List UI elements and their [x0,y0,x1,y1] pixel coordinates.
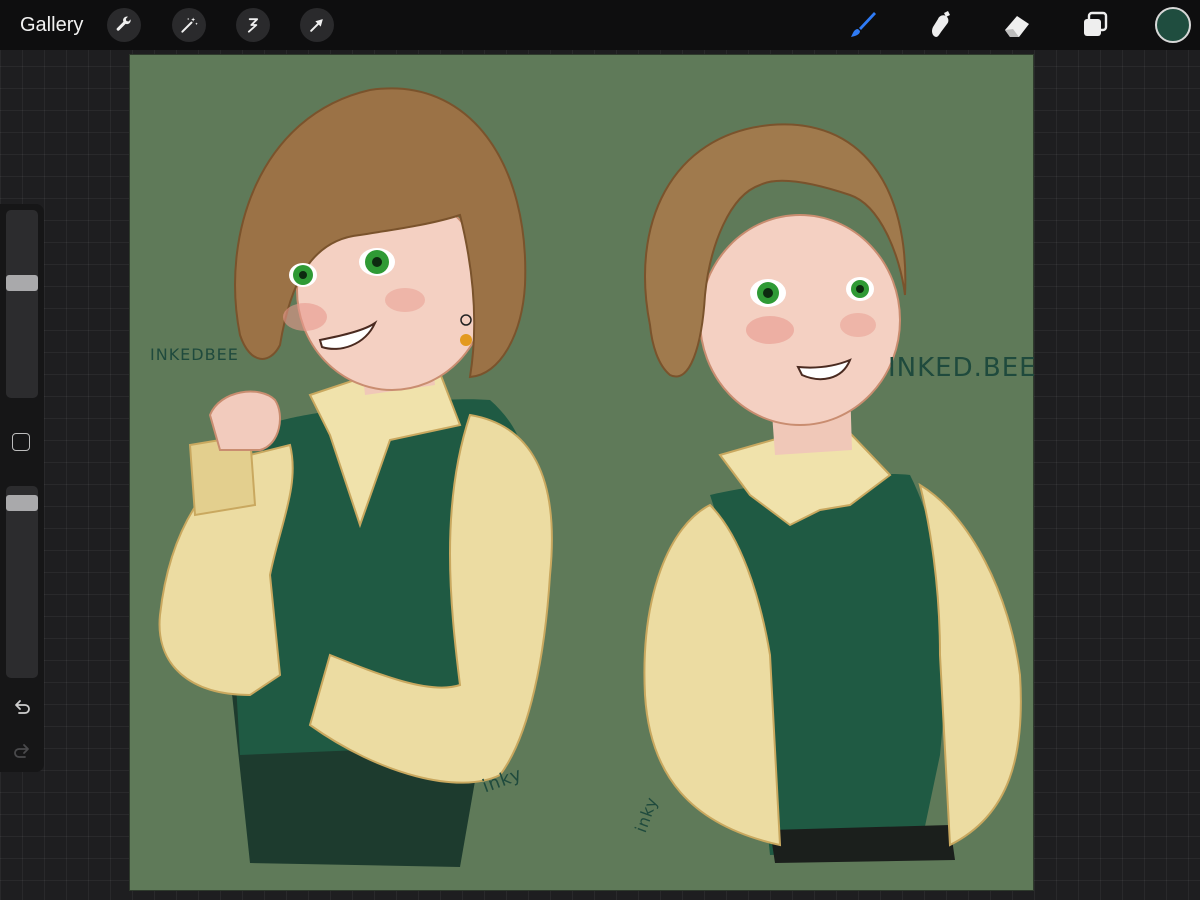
gallery-button[interactable]: Gallery [20,12,83,38]
brush-icon [851,12,876,37]
undo-button[interactable] [11,696,33,718]
left-sidebar [0,204,44,772]
wrench-icon [116,16,131,31]
eraser-button[interactable] [999,7,1035,43]
selection-button[interactable] [236,8,270,42]
signature-text: INKEDBEE [150,345,239,364]
modify-button[interactable] [12,433,30,451]
selection-icon [247,18,259,33]
opacity-slider[interactable] [6,486,38,678]
brush-button[interactable] [845,7,881,43]
color-picker-button[interactable] [1155,7,1191,43]
right-character [643,123,1022,863]
arrow-cursor-icon [310,19,323,32]
actions-button[interactable] [107,8,141,42]
magic-wand-icon [181,17,198,33]
transform-button[interactable] [300,8,334,42]
smudge-icon [932,11,950,37]
layers-icon [1084,11,1108,36]
opacity-slider-thumb[interactable] [6,494,38,511]
adjustments-button[interactable] [172,8,206,42]
brush-size-slider[interactable] [6,210,38,398]
smudge-button[interactable] [922,7,958,43]
redo-button[interactable] [11,740,33,762]
top-toolbar: Gallery [0,0,1200,50]
left-character [158,87,553,867]
redo-icon [14,744,29,758]
undo-icon [15,700,30,714]
eraser-icon [1005,16,1029,37]
signature-text: INKED.BEE [888,353,1037,383]
layers-button[interactable] [1077,7,1113,43]
brush-size-slider-thumb[interactable] [6,275,38,292]
artwork [158,87,1022,867]
drawing-canvas[interactable]: INKEDBEE INKED.BEE inky inky [130,55,1036,890]
